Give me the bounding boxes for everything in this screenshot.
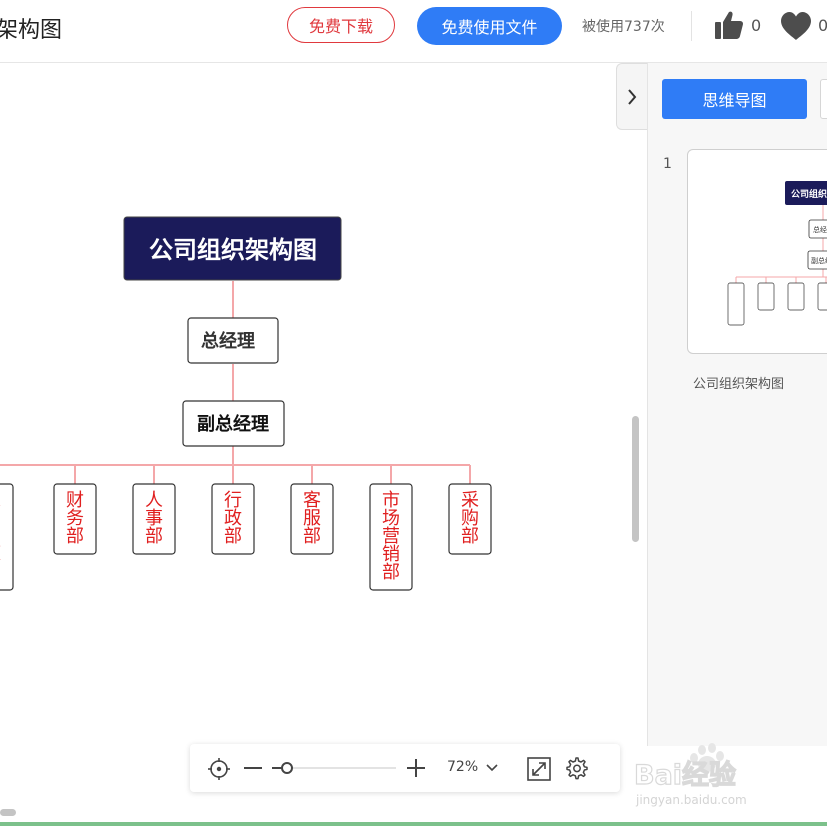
horizontal-scrollbar[interactable]	[0, 809, 16, 816]
department-label: 行政部	[224, 490, 242, 547]
like-count: 0	[751, 16, 762, 35]
department-label: 人事部	[145, 490, 163, 547]
thumbnail-level2-label: 副总经理	[811, 256, 827, 265]
locate-icon[interactable]	[207, 757, 231, 781]
top-bar: 架构图 免费下载 免费使用文件 被使用737次 0 0	[0, 0, 827, 63]
page-number: 1	[663, 156, 672, 172]
watermark-url: jingyan.baidu.com	[635, 793, 747, 807]
free-download-button[interactable]: 免费下载	[287, 7, 395, 43]
use-file-button[interactable]: 免费使用文件	[417, 7, 562, 45]
divider	[691, 11, 692, 41]
department-node[interactable]: 市场营销部	[369, 483, 413, 591]
thumbs-up-icon[interactable]	[713, 9, 745, 41]
department-node[interactable]: 人事部	[132, 483, 176, 555]
department-node[interactable]: 财务部	[53, 483, 97, 555]
heart-icon[interactable]	[779, 11, 813, 41]
thumbnail-preview: 公司组织架构图 总经理 副总经理	[727, 181, 827, 326]
favorite-count: 0	[818, 16, 827, 35]
general-manager-label: 总经理	[201, 330, 255, 352]
zoom-slider-handle[interactable]	[280, 762, 293, 774]
department-label: 人力资源部	[0, 490, 1, 583]
document-title: 架构图	[0, 18, 63, 43]
fit-screen-icon[interactable]	[527, 757, 551, 781]
zoom-slider[interactable]	[272, 760, 396, 776]
page-thumbnail[interactable]: 公司组织架构图 总经理 副总经理	[687, 149, 827, 354]
thumbnail-level1-label: 总经理	[813, 225, 827, 234]
zoom-in-icon[interactable]	[407, 759, 425, 777]
department-label: 市场营销部	[382, 490, 400, 583]
department-node[interactable]: 行政部	[211, 483, 255, 555]
root-node[interactable]: 公司组织架构图	[123, 216, 342, 281]
department-label: 财务部	[66, 490, 84, 547]
mindmap-canvas[interactable]: 公司组织架构图 总经理 副总经理 人力资源部 财务部 人事部 行政部 客服部 市场营销部 采…	[0, 63, 646, 826]
deputy-manager-label: 副总经理	[197, 413, 269, 435]
department-label: 客服部	[303, 490, 321, 547]
department-label: 采购部	[461, 490, 479, 547]
thumbnail-caption: 公司组织架构图	[693, 377, 785, 392]
deputy-manager-node[interactable]: 副总经理	[182, 400, 285, 447]
vertical-scrollbar[interactable]	[632, 416, 639, 542]
bottom-border	[0, 822, 827, 826]
thumbnail-root-label: 公司组织架构图	[791, 188, 827, 200]
department-node[interactable]: 采购部	[448, 483, 492, 555]
general-manager-node[interactable]: 总经理	[187, 317, 279, 364]
tab-outline[interactable]	[820, 79, 827, 119]
baidu-watermark: Bai经验 jingyan.baidu.com	[634, 743, 747, 807]
zoom-out-icon[interactable]	[244, 766, 262, 770]
department-nodes: 人力资源部 财务部 人事部 行政部 客服部 市场营销部 采购部	[0, 483, 492, 591]
department-node[interactable]: 人力资源部	[0, 483, 14, 591]
connectors	[0, 281, 471, 484]
settings-icon[interactable]	[564, 756, 588, 780]
tab-mindmap[interactable]: 思维导图	[662, 79, 807, 119]
panel-toggle-button[interactable]	[616, 63, 647, 130]
zoom-level[interactable]: 72%	[447, 759, 478, 775]
chevron-down-icon[interactable]	[486, 764, 498, 772]
department-node[interactable]: 客服部	[290, 483, 334, 555]
zoom-toolbar: 72%	[190, 744, 620, 792]
root-node-label: 公司组织架构图	[149, 236, 317, 264]
usage-count: 被使用737次	[582, 19, 665, 35]
watermark-brand: Bai经验	[634, 759, 736, 791]
chevron-right-icon	[628, 88, 637, 105]
